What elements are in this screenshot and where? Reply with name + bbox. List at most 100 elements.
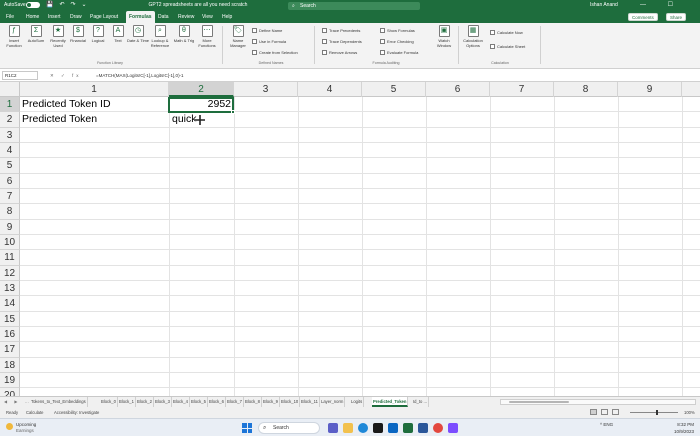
column-header[interactable]: 8: [554, 82, 618, 97]
zoom-slider-knob[interactable]: [656, 410, 658, 415]
sheet-tab[interactable]: Id_to ...: [412, 397, 429, 407]
tab-file[interactable]: File: [6, 11, 14, 23]
text-button[interactable]: A Text: [107, 25, 129, 43]
tab-home[interactable]: Home: [26, 11, 39, 23]
tab-view[interactable]: View: [202, 11, 213, 23]
tab-page-layout[interactable]: Page Layout: [90, 11, 118, 23]
column-header[interactable]: 3: [234, 82, 298, 97]
system-tray[interactable]: ^ ENG: [600, 421, 613, 428]
row-header[interactable]: 5: [0, 158, 20, 173]
row-header[interactable]: 9: [0, 220, 20, 235]
tab-review[interactable]: Review: [178, 11, 194, 23]
trace-dependents-button[interactable]: Trace Dependents: [322, 38, 362, 45]
zoom-slider[interactable]: [630, 412, 678, 413]
watch-window-button[interactable]: ▣ Watch Window: [433, 25, 455, 48]
sheet-tab[interactable]: Block_6: [208, 397, 226, 407]
evaluate-formula-button[interactable]: Evaluate Formula: [380, 49, 418, 56]
define-name-button[interactable]: Define Name: [252, 27, 282, 34]
row-header[interactable]: 15: [0, 312, 20, 327]
fill-handle[interactable]: [231, 110, 235, 114]
error-checking-button[interactable]: Error Checking: [380, 38, 414, 45]
page-layout-view-icon[interactable]: [601, 409, 608, 415]
column-header[interactable]: 4: [298, 82, 362, 97]
row-header[interactable]: 18: [0, 358, 20, 373]
tab-insert[interactable]: Insert: [48, 11, 61, 23]
sheet-tab[interactable]: Block_10: [280, 397, 300, 407]
remove-arrows-button[interactable]: Remove Arrows: [322, 49, 357, 56]
page-break-view-icon[interactable]: [612, 409, 619, 415]
use-in-formula-button[interactable]: Use in Formula: [252, 38, 286, 45]
cell-r2c2[interactable]: quick: [172, 112, 197, 127]
formula-input[interactable]: =MATCH(MAX(Logits!C[-1],Logits!C[-1],0)-…: [96, 71, 184, 80]
formula-bar-buttons[interactable]: ✕ ✓ fx: [50, 71, 82, 80]
teams-app-icon[interactable]: [328, 423, 338, 433]
row-header[interactable]: 11: [0, 250, 20, 265]
file-explorer-icon[interactable]: [343, 423, 353, 433]
sheet-tab[interactable]: Block_5: [190, 397, 208, 407]
row-header[interactable]: 6: [0, 174, 20, 189]
row-header[interactable]: 2: [0, 112, 20, 127]
column-header[interactable]: 6: [426, 82, 490, 97]
sheet-tab[interactable]: Block_3: [154, 397, 172, 407]
sheet-tab[interactable]: Tokens_to_Text_Embeddings: [30, 397, 88, 407]
column-header[interactable]: 5: [362, 82, 426, 97]
more-functions-button[interactable]: ⋯ More Functions: [196, 25, 218, 48]
calculate-now-button[interactable]: Calculate Now: [490, 29, 523, 36]
calculate-sheet-button[interactable]: Calculate Sheet: [490, 43, 525, 50]
column-header[interactable]: 1: [20, 82, 169, 97]
row-header[interactable]: 16: [0, 327, 20, 342]
row-header[interactable]: 20: [0, 388, 20, 396]
normal-view-icon[interactable]: [590, 409, 597, 415]
lookup-reference-button[interactable]: ⌕ Lookup & Reference: [149, 25, 171, 48]
sheet-tab[interactable]: Block_4: [172, 397, 190, 407]
sheet-tab[interactable]: Block_1: [118, 397, 136, 407]
sheet-tab[interactable]: Predicted_Token: [372, 397, 408, 407]
comments-button[interactable]: Comments: [628, 13, 658, 21]
chrome-browser-icon[interactable]: [433, 423, 443, 433]
column-header[interactable]: 9: [618, 82, 682, 97]
tab-draw[interactable]: Draw: [70, 11, 82, 23]
zoom-level[interactable]: 100%: [684, 407, 695, 418]
sheet-nav-arrows[interactable]: ◀ ▶ …: [4, 397, 32, 407]
row-header[interactable]: 8: [0, 204, 20, 219]
cell-r2c1[interactable]: Predicted Token: [22, 112, 97, 127]
app-icon[interactable]: [448, 423, 458, 433]
row-header[interactable]: 13: [0, 281, 20, 296]
math-trig-button[interactable]: θ Math & Trig: [173, 25, 195, 43]
column-header[interactable]: 2: [169, 82, 234, 97]
column-header[interactable]: 7: [490, 82, 554, 97]
status-calculate[interactable]: Calculate: [26, 407, 43, 418]
horizontal-scrollbar[interactable]: [500, 399, 696, 405]
sheet-tab[interactable]: Logits: [350, 397, 364, 407]
name-manager-button[interactable]: 🏷 Name Manager: [227, 25, 249, 48]
tab-data[interactable]: Data: [158, 11, 169, 23]
trace-precedents-button[interactable]: Trace Precedents: [322, 27, 360, 34]
sheet-tab[interactable]: Block_0: [100, 397, 118, 407]
share-button[interactable]: Share: [666, 13, 686, 21]
clock[interactable]: 8:32 PM 10/9/2023: [660, 421, 694, 435]
autosum-button[interactable]: Σ AutoSum: [25, 25, 47, 43]
date-time-button[interactable]: ◷ Date & Time: [127, 25, 149, 43]
select-all-corner[interactable]: [0, 82, 20, 97]
word-app-icon[interactable]: [418, 423, 428, 433]
financial-button[interactable]: $ Financial: [67, 25, 89, 43]
excel-app-icon[interactable]: [403, 423, 413, 433]
terminal-app-icon[interactable]: [373, 423, 383, 433]
tab-help[interactable]: Help: [222, 11, 232, 23]
status-accessibility[interactable]: Accessibility: Investigate: [54, 407, 99, 418]
insert-function-button[interactable]: ƒ Insert Function: [3, 25, 25, 48]
worksheet-grid[interactable]: 1 2 3 4 5 6 7 8 9 1234567891011121314151…: [0, 82, 700, 396]
row-header[interactable]: 14: [0, 296, 20, 311]
sheet-tab[interactable]: Block_11: [300, 397, 320, 407]
scrollbar-thumb[interactable]: [509, 401, 569, 403]
row-header[interactable]: 3: [0, 128, 20, 143]
title-search-box[interactable]: ⌕ Search: [288, 2, 420, 10]
sheet-tab[interactable]: Block_9: [262, 397, 280, 407]
row-header[interactable]: 1: [0, 97, 20, 112]
row-header[interactable]: 19: [0, 373, 20, 388]
logical-button[interactable]: ? Logical: [87, 25, 109, 43]
create-from-selection-button[interactable]: Create from Selection: [252, 49, 298, 56]
show-formulas-button[interactable]: Show Formulas: [380, 27, 415, 34]
sheet-tab[interactable]: Block_7: [226, 397, 244, 407]
name-box[interactable]: R1C2: [2, 71, 38, 80]
